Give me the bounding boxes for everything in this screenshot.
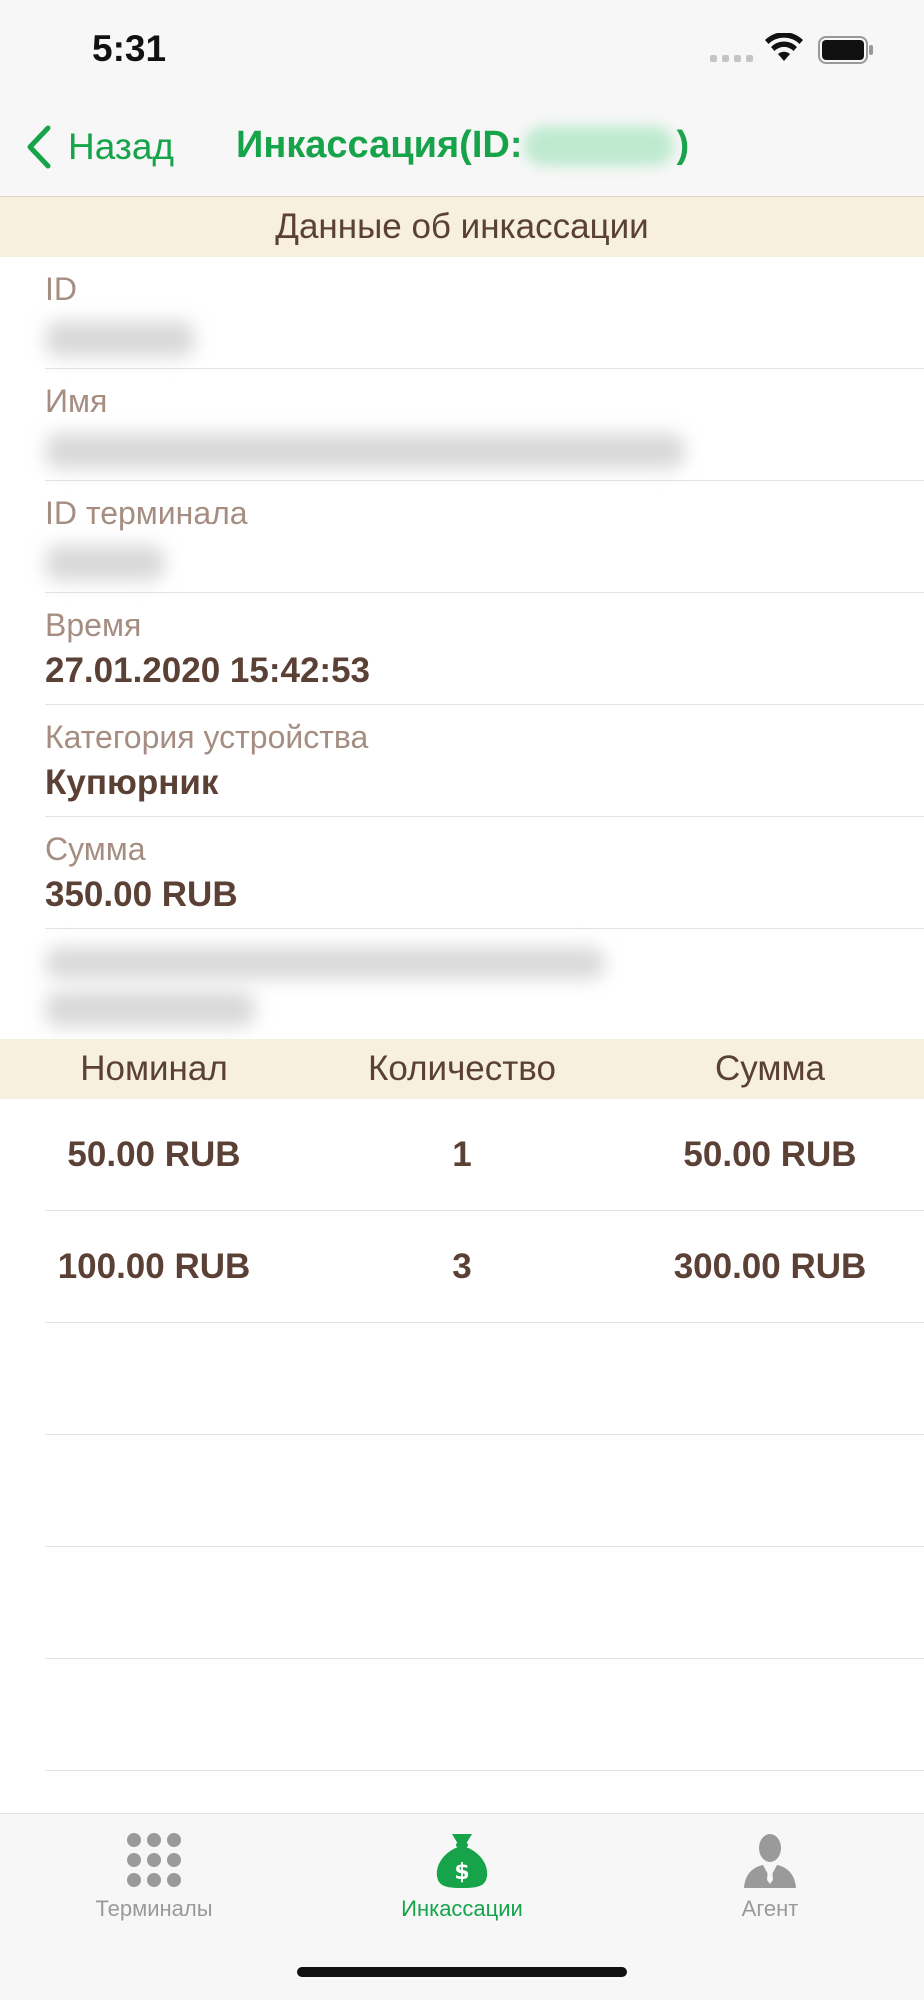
page-title: Инкассация(ID: ) [236, 124, 689, 167]
redacted-value [45, 321, 195, 357]
page-title-suffix: ) [676, 124, 690, 166]
detail-value: 27.01.2020 15:42:53 [45, 651, 370, 690]
tab-agent[interactable]: Агент [616, 1814, 924, 1934]
detail-label: Сумма [45, 831, 146, 867]
empty-row [45, 1547, 924, 1659]
detail-row-name: Имя [45, 369, 924, 481]
detail-label: ID [45, 271, 77, 307]
status-bar: 5:31 [0, 0, 924, 100]
wifi-icon [765, 33, 803, 61]
redacted-value [45, 545, 165, 581]
tab-collections[interactable]: $ Инкассации [308, 1814, 616, 1934]
cell-count: 3 [452, 1246, 472, 1286]
redacted-value [45, 991, 255, 1027]
page-title-prefix: Инкассация(ID: [236, 124, 523, 166]
svg-text:$: $ [454, 1860, 469, 1885]
back-label: Назад [68, 126, 175, 167]
tab-label: Терминалы [95, 1896, 213, 1921]
empty-row [45, 1323, 924, 1435]
detail-label: ID терминала [45, 495, 248, 531]
navigation-bar: Назад Инкассация(ID: ) [0, 100, 924, 197]
cell-sum: 300.00 RUB [673, 1246, 867, 1286]
table-row: 100.00 RUB 3 300.00 RUB [45, 1211, 924, 1323]
redacted-label [45, 947, 605, 979]
empty-row [45, 1659, 924, 1771]
tab-label: Агент [741, 1896, 799, 1921]
back-button[interactable]: Назад [24, 122, 174, 172]
detail-value: Купюрник [45, 763, 219, 802]
column-header-count: Количество [368, 1049, 556, 1088]
redacted-value [45, 433, 685, 469]
chevron-left-icon [27, 125, 51, 169]
detail-row-time: Время 27.01.2020 15:42:53 [45, 593, 924, 705]
status-time: 5:31 [92, 28, 167, 69]
empty-row [45, 1435, 924, 1547]
tab-terminals[interactable]: Терминалы [0, 1814, 308, 1934]
cellular-signal-icon [710, 55, 754, 63]
home-indicator [297, 1967, 627, 1977]
detail-row-device-category: Категория устройства Купюрник [45, 705, 924, 817]
denomination-table-header: Номинал Количество Сумма [0, 1039, 924, 1099]
table-row: 50.00 RUB 1 50.00 RUB [45, 1099, 924, 1211]
cell-nominal: 100.00 RUB [57, 1246, 251, 1286]
grid-icon [127, 1833, 181, 1887]
detail-row-id: ID [45, 257, 924, 369]
details-section-header: Данные об инкассации [0, 197, 924, 257]
detail-label: Время [45, 607, 142, 643]
detail-value: 350.00 RUB [45, 875, 238, 914]
agent-icon [744, 1834, 796, 1888]
column-header-sum: Сумма [715, 1049, 825, 1088]
detail-label: Категория устройства [45, 719, 369, 755]
battery-icon [818, 36, 873, 64]
tab-label: Инкассации [401, 1896, 523, 1921]
cell-count: 1 [452, 1134, 472, 1174]
detail-row-redacted [45, 929, 924, 1041]
detail-row-sum: Сумма 350.00 RUB [45, 817, 924, 929]
cell-nominal: 50.00 RUB [67, 1134, 241, 1174]
column-header-nominal: Номинал [80, 1049, 228, 1088]
detail-row-terminal-id: ID терминала [45, 481, 924, 593]
redacted-id [524, 125, 675, 166]
detail-label: Имя [45, 383, 108, 419]
cell-sum: 50.00 RUB [683, 1134, 857, 1174]
money-bag-icon: $ [436, 1834, 488, 1888]
